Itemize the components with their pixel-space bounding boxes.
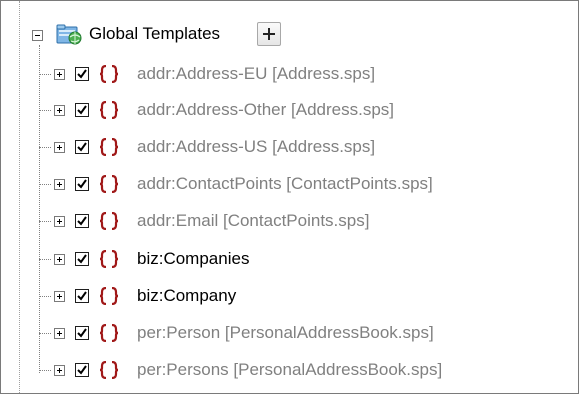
template-label: per:Person [PersonalAddressBook.sps] bbox=[137, 323, 434, 342]
global-templates-label: Global Templates bbox=[89, 24, 221, 43]
expand-toggle-icon[interactable] bbox=[54, 105, 65, 116]
tree-connector bbox=[39, 333, 51, 334]
template-braces-icon bbox=[99, 211, 119, 231]
tree-connector bbox=[39, 147, 51, 148]
tree-connector bbox=[39, 296, 51, 297]
template-checkbox[interactable] bbox=[75, 363, 89, 377]
tree-connector bbox=[39, 184, 51, 185]
expand-toggle-icon[interactable] bbox=[54, 328, 65, 339]
template-checkbox[interactable] bbox=[75, 177, 89, 191]
template-checkbox[interactable] bbox=[75, 214, 89, 228]
template-braces-icon bbox=[99, 137, 119, 157]
add-global-template-button[interactable] bbox=[257, 22, 281, 46]
template-row[interactable]: addr:Address-US [Address.sps] bbox=[1, 133, 578, 161]
template-label: addr:Address-US [Address.sps] bbox=[137, 137, 376, 156]
template-checkbox[interactable] bbox=[75, 67, 89, 81]
tree-connector bbox=[39, 74, 51, 75]
template-row[interactable]: addr:Email [ContactPoints.sps] bbox=[1, 207, 578, 235]
tree-connector bbox=[39, 259, 51, 260]
template-label: biz:Company bbox=[137, 286, 237, 305]
template-row[interactable]: addr:ContactPoints [ContactPoints.sps] bbox=[1, 170, 578, 198]
template-checkbox[interactable] bbox=[75, 289, 89, 303]
template-row[interactable]: addr:Address-EU [Address.sps] bbox=[1, 60, 578, 88]
template-row[interactable]: addr:Address-Other [Address.sps] bbox=[1, 96, 578, 124]
template-label: addr:Address-Other [Address.sps] bbox=[137, 100, 395, 119]
template-braces-icon bbox=[99, 64, 119, 84]
template-row[interactable]: per:Person [PersonalAddressBook.sps] bbox=[1, 319, 578, 347]
template-tree: Global Templates addr:Address-EU [Addres… bbox=[1, 1, 578, 393]
expand-toggle-icon[interactable] bbox=[54, 69, 65, 80]
template-label: per:Persons [PersonalAddressBook.sps] bbox=[137, 360, 443, 379]
template-label: addr:Email [ContactPoints.sps] bbox=[137, 211, 370, 230]
expand-toggle-icon[interactable] bbox=[54, 179, 65, 190]
template-checkbox[interactable] bbox=[75, 252, 89, 266]
tree-connector bbox=[39, 370, 51, 371]
collapse-toggle-icon[interactable] bbox=[32, 30, 43, 41]
template-braces-icon bbox=[99, 100, 119, 120]
template-label: biz:Companies bbox=[137, 249, 250, 268]
global-templates-folder-icon bbox=[56, 23, 82, 45]
tree-connector bbox=[39, 221, 51, 222]
template-checkbox[interactable] bbox=[75, 103, 89, 117]
template-checkbox[interactable] bbox=[75, 326, 89, 340]
template-row[interactable]: biz:Company bbox=[1, 282, 578, 310]
template-label: addr:Address-EU [Address.sps] bbox=[137, 64, 376, 83]
expand-toggle-icon[interactable] bbox=[54, 365, 65, 376]
template-braces-icon bbox=[99, 286, 119, 306]
tree-connector bbox=[39, 110, 51, 111]
template-braces-icon bbox=[99, 323, 119, 343]
template-checkbox[interactable] bbox=[75, 140, 89, 154]
template-braces-icon bbox=[99, 249, 119, 269]
design-tree-panel: Global Templates addr:Address-EU [Addres… bbox=[0, 0, 579, 394]
expand-toggle-icon[interactable] bbox=[54, 216, 65, 227]
template-row[interactable]: biz:Companies bbox=[1, 245, 578, 273]
template-braces-icon bbox=[99, 174, 119, 194]
expand-toggle-icon[interactable] bbox=[54, 254, 65, 265]
template-label: addr:ContactPoints [ContactPoints.sps] bbox=[137, 174, 433, 193]
expand-toggle-icon[interactable] bbox=[54, 291, 65, 302]
template-braces-icon bbox=[99, 360, 119, 380]
global-templates-node[interactable]: Global Templates bbox=[1, 21, 578, 49]
expand-toggle-icon[interactable] bbox=[54, 142, 65, 153]
template-row[interactable]: per:Persons [PersonalAddressBook.sps] bbox=[1, 356, 578, 384]
